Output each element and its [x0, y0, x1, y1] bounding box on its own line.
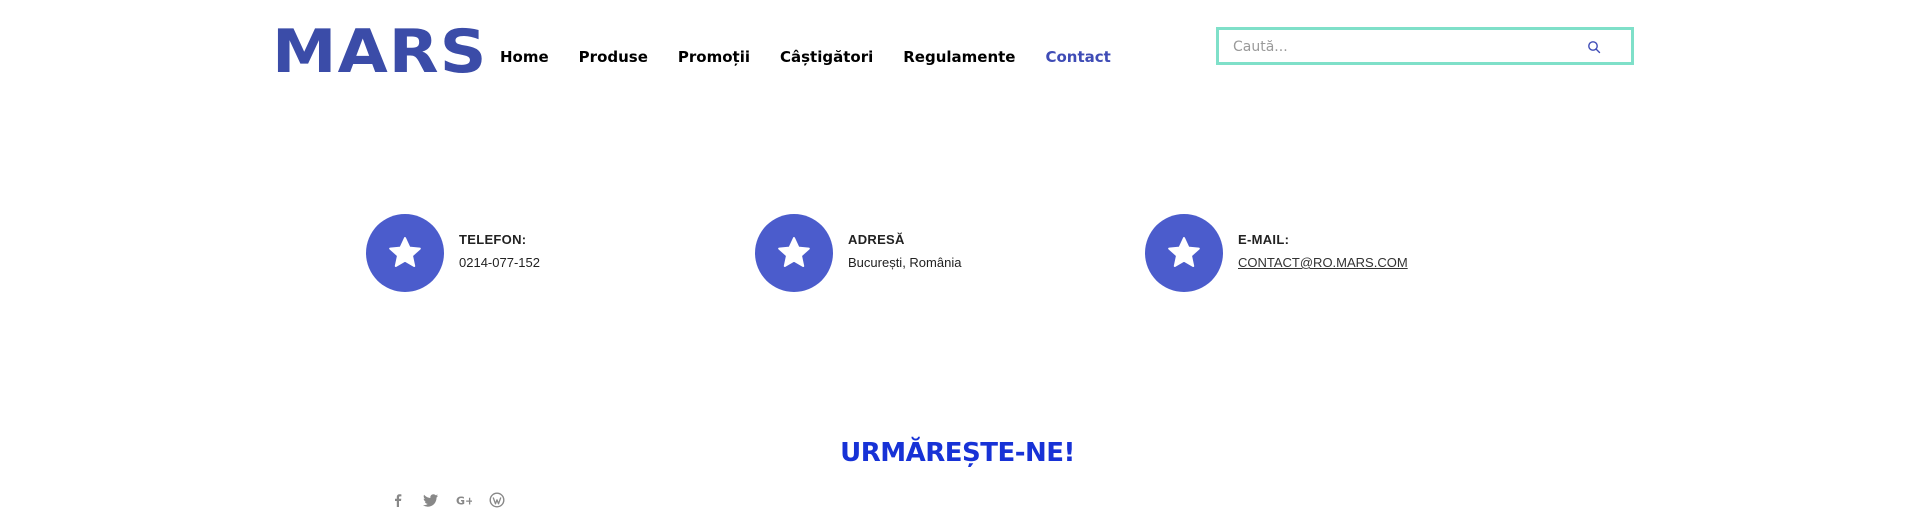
- nav-contact[interactable]: Contact: [1045, 48, 1110, 66]
- facebook-icon[interactable]: [390, 492, 406, 508]
- follow-heading: URMĂREȘTE-NE!: [840, 438, 1075, 468]
- nav-home[interactable]: Home: [500, 48, 549, 66]
- svg-text:G+: G+: [456, 495, 472, 508]
- nav-produse[interactable]: Produse: [579, 48, 648, 66]
- address-label: ADRESĂ: [848, 232, 905, 247]
- twitter-icon[interactable]: [423, 492, 439, 508]
- contact-address: ADRESĂ București, România: [755, 214, 961, 292]
- star-icon: [778, 237, 810, 267]
- nav-castigatori[interactable]: Câștigători: [780, 48, 873, 66]
- main-nav: Home Produse Promoții Câștigători Regula…: [500, 48, 1141, 66]
- nav-promotii[interactable]: Promoții: [678, 48, 750, 66]
- social-links: G+: [390, 492, 505, 508]
- contact-email: E-MAIL: CONTACT@RO.MARS.COM: [1145, 214, 1408, 292]
- star-icon: [1168, 237, 1200, 267]
- search-box: [1216, 27, 1634, 65]
- search-icon[interactable]: [1587, 40, 1601, 54]
- mars-logo[interactable]: MARS: [272, 22, 488, 82]
- email-link[interactable]: CONTACT@RO.MARS.COM: [1238, 255, 1408, 270]
- nav-regulamente[interactable]: Regulamente: [903, 48, 1015, 66]
- star-icon: [389, 237, 421, 267]
- email-label: E-MAIL:: [1238, 232, 1290, 247]
- phone-value: 0214-077-152: [459, 255, 540, 270]
- phone-label: TELEFON:: [459, 232, 527, 247]
- contact-phone: TELEFON: 0214-077-152: [366, 214, 540, 292]
- phone-badge: [366, 214, 444, 292]
- address-badge: [755, 214, 833, 292]
- email-badge: [1145, 214, 1223, 292]
- wordpress-icon[interactable]: [489, 492, 505, 508]
- search-input[interactable]: [1231, 30, 1595, 64]
- address-value: București, România: [848, 255, 962, 270]
- google-plus-icon[interactable]: G+: [456, 492, 472, 508]
